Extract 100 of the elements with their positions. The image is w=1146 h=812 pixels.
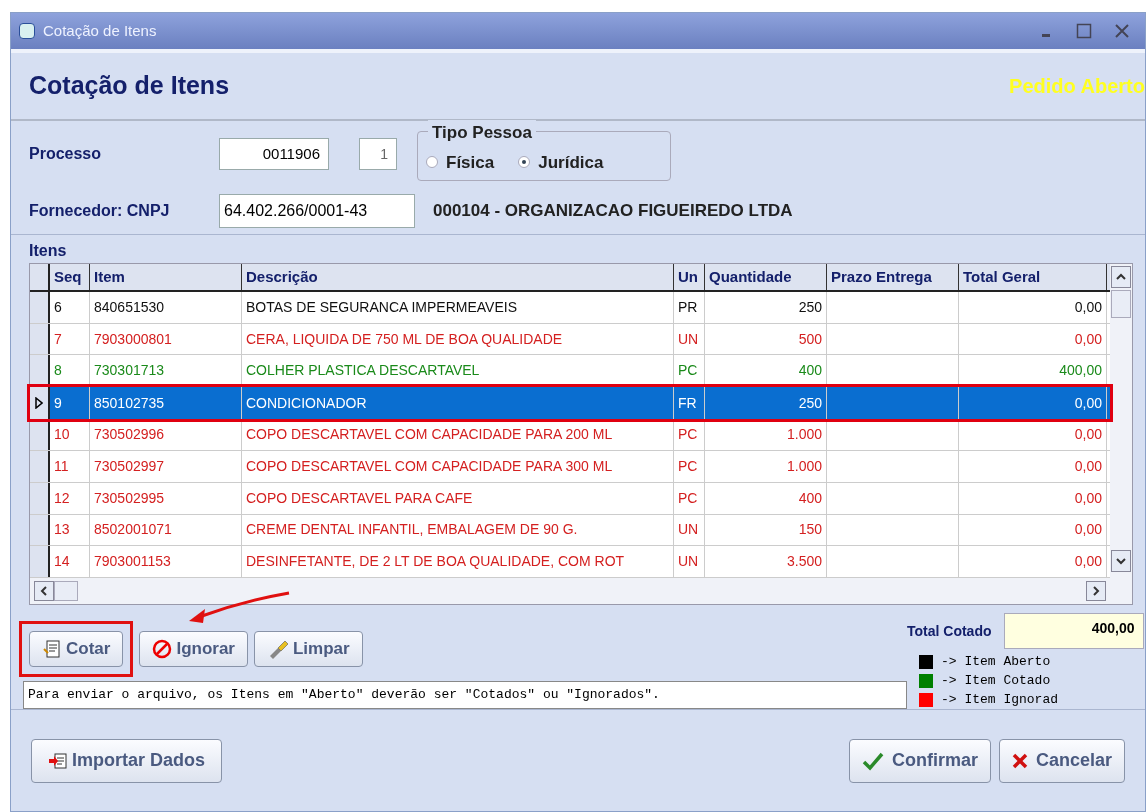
row-selector[interactable] xyxy=(30,323,50,355)
table-cell-text: UN xyxy=(678,552,699,572)
scroll-down-button[interactable] xyxy=(1111,550,1131,572)
table-cell-text: 150 xyxy=(798,520,822,540)
table-cell-text: 730502996 xyxy=(94,425,165,444)
table-cell-text: COPO DESCARTAVEL PARA CAFE xyxy=(246,488,473,508)
section-title: Itens xyxy=(29,242,67,259)
import-icon xyxy=(48,750,68,771)
table-cell-text: CERA, LIQUIDA DE 750 ML DE BOA QUALIDADE xyxy=(246,329,563,349)
close-icon xyxy=(1114,23,1130,39)
column-header[interactable]: Quantidade xyxy=(705,264,827,290)
radio-option[interactable]: Jurídica xyxy=(518,149,604,175)
table-cell-text: 730502997 xyxy=(94,456,165,476)
minimize-icon xyxy=(1042,33,1050,37)
row-selector[interactable] xyxy=(30,482,50,514)
column-header[interactable]: Prazo Entrega xyxy=(827,264,959,290)
prohibited-icon xyxy=(152,639,173,659)
table-cell-text: 0,00 xyxy=(1074,488,1102,508)
table-cell-text: 250 xyxy=(798,393,822,413)
table-cell-text: 3.500 xyxy=(786,552,822,572)
row-selector[interactable] xyxy=(30,546,50,578)
document-icon xyxy=(42,639,62,659)
row-selector[interactable] xyxy=(30,514,50,546)
table-cell-text: 400,00 xyxy=(1059,361,1102,381)
row-selector[interactable] xyxy=(30,291,50,323)
column-header[interactable]: Un xyxy=(674,264,705,290)
table-cell-text: 13 xyxy=(54,520,70,540)
scroll-left-button[interactable] xyxy=(34,581,54,602)
table-cell-text: 850102735 xyxy=(94,393,165,413)
table-row[interactable]: 13 8502001071 CREME DENTAL INFANTIL, EMBALAGEM DE 90 G. UN 150 0,00 xyxy=(30,514,1110,547)
legend-label: -> Item Aberto xyxy=(941,653,1051,672)
cross-icon xyxy=(1011,752,1028,769)
table-cell-text: 12 xyxy=(54,488,70,508)
table-cell-text: UN xyxy=(678,520,699,540)
table-cell-text: COPO DESCARTAVEL COM CAPACIDADE PARA 200 ML xyxy=(246,425,613,444)
table-row[interactable]: 12 730502995 COPO DESCARTAVEL PARA CAFE PC 400 0,00 xyxy=(30,482,1110,515)
column-header[interactable]: Descrição xyxy=(242,264,674,290)
scroll-up-button[interactable] xyxy=(1111,266,1131,288)
ignore-button[interactable]: Ignorar xyxy=(139,631,248,667)
table-cell-text: 8502001071 xyxy=(94,520,172,540)
radio-option[interactable]: Física xyxy=(426,149,495,175)
scrollbar-thumb[interactable] xyxy=(54,581,78,602)
table-cell-text: 1.000 xyxy=(786,425,822,444)
table-cell-text: 8 xyxy=(54,361,62,381)
total-label: Total Cotado xyxy=(907,621,992,641)
table-row[interactable]: 7 7903000801 CERA, LIQUIDA DE 750 ML DE BOA QUALIDADE UN 500 0,00 xyxy=(30,323,1110,356)
window-title: Cotação de Itens xyxy=(43,20,157,41)
table-row[interactable]: 6 840651530 BOTAS DE SEGURANCA IMPERMEAVEIS PR 250 0,00 xyxy=(30,291,1110,324)
legend-label: -> Item Cotado xyxy=(941,672,1051,691)
form-heading: Cotação de Itens xyxy=(29,70,230,102)
chevron-down-icon xyxy=(1116,556,1126,566)
confirm-button[interactable]: Confirmar xyxy=(848,738,991,783)
quote-button[interactable]: Cotar xyxy=(29,631,124,667)
table-row[interactable]: 9 850102735 CONDICIONADOR FR 250 0,00 xyxy=(30,387,1110,420)
checkmark-icon xyxy=(861,750,884,771)
row-selector[interactable] xyxy=(30,387,50,420)
app-icon xyxy=(19,23,35,39)
column-header[interactable]: Seq xyxy=(50,264,90,290)
table-cell-text: 400 xyxy=(798,361,822,381)
table-cell-text: 6 xyxy=(54,297,62,317)
field-label: Fornecedor: CNPJ xyxy=(29,200,171,221)
table-cell-text: UN xyxy=(678,329,699,349)
scrollbar-thumb[interactable] xyxy=(1111,290,1131,318)
process-field[interactable]: 0011906 xyxy=(219,138,329,170)
clear-button[interactable]: Limpar xyxy=(253,631,363,667)
table-cell-text: 7903001153 xyxy=(94,552,171,572)
scroll-right-button[interactable] xyxy=(1086,581,1106,602)
table-cell-text: PC xyxy=(678,456,698,476)
table-cell-text: 9 xyxy=(54,393,62,413)
column-header[interactable]: Total Geral xyxy=(959,264,1107,290)
row-selector[interactable] xyxy=(30,355,50,387)
table-row[interactable]: 11 730502997 COPO DESCARTAVEL COM CAPACIDADE PARA 300 ML PC 1.000 0,00 xyxy=(30,450,1110,483)
table-cell-text: 730502995 xyxy=(94,488,165,508)
table-cell-text: 500 xyxy=(798,329,822,349)
table-cell-text: CREME DENTAL INFANTIL, EMBALAGEM DE 90 G. xyxy=(246,520,578,540)
cancel-button[interactable]: Cancelar xyxy=(998,738,1125,783)
table-cell-text: 0,00 xyxy=(1074,393,1102,413)
table-cell-text: DESINFETANTE, DE 2 LT DE BOA QUALIDADE, COM ROT xyxy=(246,552,625,572)
table-cell-text: 7 xyxy=(54,329,62,349)
total-field: 400,00 xyxy=(1003,613,1144,649)
table-cell-text: CONDICIONADOR xyxy=(246,393,367,413)
table-row[interactable]: 14 7903001153 DESINFETANTE, DE 2 LT DE BOA QUALIDADE, COM ROT UN 3.500 0,00 xyxy=(30,546,1110,579)
table-cell-text: COLHER PLASTICA DESCARTAVEL xyxy=(246,361,480,381)
table-cell-text: BOTAS DE SEGURANCA IMPERMEAVEIS xyxy=(246,297,517,317)
table-cell-text: 250 xyxy=(798,297,822,317)
table-cell-text: 0,00 xyxy=(1074,552,1102,572)
row-selector[interactable] xyxy=(30,450,50,482)
table-cell-text: 730301713 xyxy=(94,361,165,381)
table-cell-text: 0,00 xyxy=(1074,297,1102,317)
sequence-field[interactable]: 1 xyxy=(359,138,397,170)
table-cell-text: 14 xyxy=(54,552,70,572)
table-cell-text: 1.000 xyxy=(786,456,822,476)
row-pointer-icon xyxy=(35,397,43,410)
table-cell-text: 0,00 xyxy=(1074,456,1102,476)
import-button[interactable]: Importar Dados xyxy=(31,738,223,783)
maximize-icon xyxy=(1076,23,1092,39)
cnpj-field[interactable]: 64.402.266/0001-43 xyxy=(219,193,415,228)
chevron-left-icon xyxy=(39,586,49,597)
info-message: Para enviar o arquivo, os Itens em "Aberto" deverão ser "Cotados" ou "Ignorados". xyxy=(23,681,907,709)
column-header[interactable]: Item xyxy=(90,264,242,290)
